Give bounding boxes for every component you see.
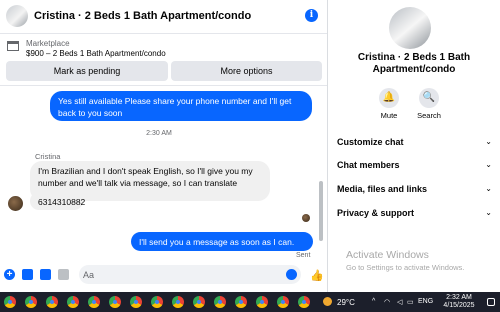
search-icon[interactable]: 🔍	[419, 88, 439, 108]
sender-avatar[interactable]	[8, 196, 23, 211]
chrome-icon[interactable]	[298, 296, 310, 308]
info-icon[interactable]: i	[305, 9, 318, 22]
marketplace-icon	[7, 41, 19, 51]
outgoing-message[interactable]: Yes still available Please share your ph…	[50, 91, 312, 121]
emoji-icon[interactable]	[286, 269, 297, 280]
chrome-icon[interactable]	[256, 296, 268, 308]
chrome-icon[interactable]	[88, 296, 100, 308]
section-customize-chat[interactable]: Customize chat ⌄	[337, 137, 492, 147]
chrome-icon[interactable]	[193, 296, 205, 308]
section-label: Chat members	[337, 160, 400, 170]
scrollbar[interactable]	[319, 181, 323, 241]
bell-icon[interactable]: 🔔	[379, 88, 399, 108]
clock[interactable]: 2:32 AM 4/15/2025	[436, 294, 482, 310]
outgoing-message[interactable]: I'll send you a message as soon as I can…	[131, 232, 313, 259]
contact-avatar[interactable]	[6, 5, 28, 27]
section-label: Privacy & support	[337, 208, 415, 218]
gif-icon[interactable]	[58, 269, 69, 280]
chrome-icon[interactable]	[67, 296, 79, 308]
message-input[interactable]: Aa	[79, 265, 301, 284]
message-list[interactable]: Yes still available Please share your ph…	[0, 85, 327, 260]
plus-icon[interactable]: +	[4, 269, 15, 280]
composer: + Aa 👍	[0, 262, 327, 288]
image-icon[interactable]	[22, 269, 33, 280]
section-privacy-support[interactable]: Privacy & support ⌄	[337, 208, 492, 218]
mark-as-pending-button[interactable]: Mark as pending	[6, 61, 168, 81]
chrome-icon[interactable]	[277, 296, 289, 308]
details-pane: Cristina · 2 Beds 1 Bath Apartment/condo…	[328, 0, 500, 292]
sticker-icon[interactable]	[40, 269, 51, 280]
section-label: Customize chat	[337, 137, 404, 147]
chrome-icon[interactable]	[130, 296, 142, 308]
message-timestamp: 2:30 AM	[146, 130, 172, 137]
chevron-down-icon: ⌄	[485, 160, 492, 169]
battery-icon[interactable]: ▭	[407, 298, 414, 306]
notification-icon[interactable]	[487, 298, 495, 306]
activate-windows-subtitle: Go to Settings to activate Windows.	[346, 263, 465, 272]
seen-avatar	[302, 214, 310, 222]
marketplace-label: Marketplace	[26, 39, 70, 48]
search-label: Search	[417, 111, 441, 120]
message-status: Sent	[296, 252, 311, 259]
chrome-icon[interactable]	[25, 296, 37, 308]
chrome-icon[interactable]	[4, 296, 16, 308]
chrome-icon[interactable]	[214, 296, 226, 308]
chrome-icon[interactable]	[235, 296, 247, 308]
sender-name: Cristina	[35, 152, 61, 161]
chevron-down-icon: ⌄	[485, 137, 492, 146]
chrome-icon[interactable]	[151, 296, 163, 308]
chrome-icon[interactable]	[109, 296, 121, 308]
wifi-icon[interactable]: ◠	[384, 298, 390, 306]
clock-date: 4/15/2025	[443, 302, 475, 309]
language-indicator[interactable]: ENG	[418, 298, 433, 305]
clock-time: 2:32 AM	[446, 294, 472, 301]
section-media-files[interactable]: Media, files and links ⌄	[337, 184, 492, 194]
more-options-button[interactable]: More options	[171, 61, 322, 81]
taskbar: 29°C ^ ◠ ◁ ▭ ENG 2:32 AM 4/15/2025	[0, 292, 500, 312]
section-chat-members[interactable]: Chat members ⌄	[337, 160, 492, 170]
details-avatar[interactable]	[389, 7, 431, 49]
search-action[interactable]: 🔍 Search	[404, 88, 454, 120]
section-label: Media, files and links	[337, 184, 428, 194]
chevron-down-icon: ⌄	[485, 184, 492, 193]
message-input-placeholder: Aa	[83, 270, 95, 280]
details-title: Cristina · 2 Beds 1 Bath Apartment/condo	[357, 52, 471, 75]
weather-icon[interactable]	[323, 297, 332, 306]
chrome-icon[interactable]	[46, 296, 58, 308]
temperature[interactable]: 29°C	[337, 298, 355, 307]
incoming-message[interactable]: 6314310882	[30, 192, 85, 210]
listing-description[interactable]: $900 – 2 Beds 1 Bath Apartment/condo	[26, 49, 166, 58]
conversation-title[interactable]: Cristina · 2 Beds 1 Bath Apartment/condo	[34, 10, 251, 22]
chrome-icon[interactable]	[172, 296, 184, 308]
volume-icon[interactable]: ◁	[397, 298, 402, 306]
chevron-up-icon[interactable]: ^	[372, 298, 375, 305]
chevron-down-icon: ⌄	[485, 208, 492, 217]
conversation-header: Cristina · 2 Beds 1 Bath Apartment/condo…	[0, 0, 327, 34]
like-icon[interactable]: 👍	[310, 269, 324, 282]
conversation-pane: Cristina · 2 Beds 1 Bath Apartment/condo…	[0, 0, 327, 292]
activate-windows-title: Activate Windows	[346, 249, 429, 261]
